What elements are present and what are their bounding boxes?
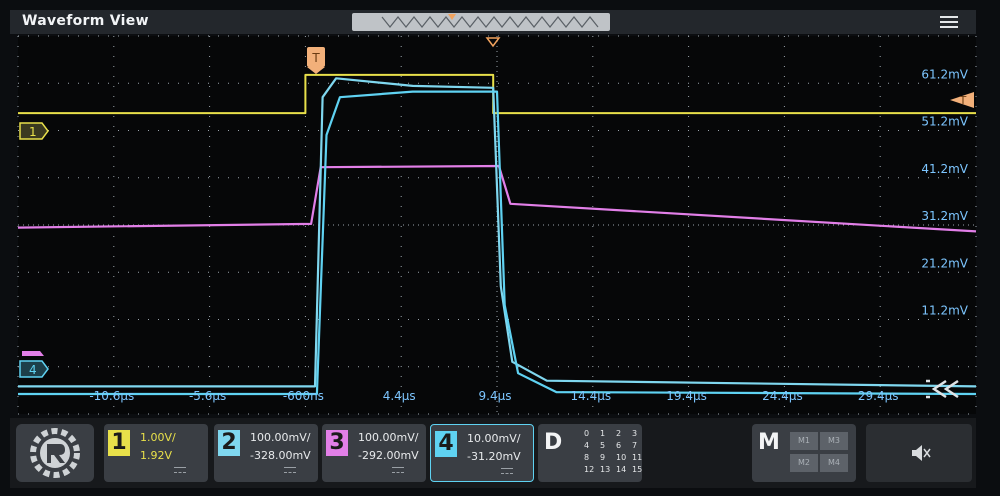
dc-coupling-icon <box>284 467 296 473</box>
x-tick-label: 9.4µs <box>479 389 512 403</box>
math-item-m4[interactable]: M4 <box>820 454 848 472</box>
digital-channels-button[interactable]: D 0 1 2 3 4 5 6 7 8 9 10 11 12 13 14 15 <box>538 424 642 482</box>
speaker-muted-icon <box>912 445 931 461</box>
channel-1-scale: 1.00V/ <box>140 431 176 444</box>
channel-4-scale: 10.00mV/ <box>467 432 521 445</box>
ch1-marker-label: 1 <box>29 125 37 139</box>
digital-channel-14: 14 <box>616 465 627 474</box>
digital-channel-5: 5 <box>600 441 606 450</box>
trigger-marker-label: T <box>311 51 320 65</box>
y-tick-label: 41.2mV <box>921 162 968 176</box>
dc-coupling-icon <box>174 467 186 473</box>
oscilloscope-screen: Waveform View -10.6µs -5.6µs -600ns 4.4µs 9.… <box>0 0 1000 496</box>
trigger-level-label: T <box>959 94 967 107</box>
ch1-offset-marker[interactable]: 1 <box>19 122 49 140</box>
x-tick-label: -5.6µs <box>189 389 226 403</box>
y-tick-label: 51.2mV <box>921 115 968 129</box>
x-tick-label: 29.4µs <box>858 389 899 403</box>
channel-1-offset: 1.92V <box>140 449 173 462</box>
channel-4-number: 4 <box>435 431 457 457</box>
digital-channel-10: 10 <box>616 453 627 462</box>
channel-4-button[interactable]: 4 10.00mV/ -31.20mV <box>430 424 534 482</box>
channel-1-button[interactable]: 1 1.00V/1.92V <box>104 424 208 482</box>
dc-coupling-icon <box>392 467 404 473</box>
digital-channel-13: 13 <box>600 465 611 474</box>
logo-menu-button[interactable] <box>16 424 94 482</box>
digital-channel-4: 4 <box>584 441 590 450</box>
math-button[interactable]: M M1 M3 M2 M4 <box>752 424 856 482</box>
channel-3-button[interactable]: 3 100.00mV/ -292.00mV <box>322 424 426 482</box>
channel-4-offset: -31.20mV <box>467 450 521 463</box>
speaker-button[interactable] <box>866 424 972 482</box>
y-tick-label: 21.2mV <box>921 256 968 270</box>
dc-coupling-icon <box>501 468 513 474</box>
digital-channel-8: 8 <box>584 453 590 462</box>
waveform-plot[interactable]: -10.6µs -5.6µs -600ns 4.4µs 9.4µs 14.4µs 19.4µ… <box>0 0 1000 418</box>
digital-channel-12: 12 <box>584 465 595 474</box>
digital-channel-7: 7 <box>632 441 638 450</box>
channel-2-offset: -328.00mV <box>250 449 311 462</box>
x-tick-label: -10.6µs <box>89 389 134 403</box>
channel-3-scale: 100.00mV/ <box>358 431 419 444</box>
digital-channel-11: 11 <box>632 453 643 462</box>
math-label: M <box>758 430 780 455</box>
digital-channel-9: 9 <box>600 453 606 462</box>
digital-label: D <box>544 430 563 455</box>
y-tick-label: 61.2mV <box>921 67 968 81</box>
ch4-marker-label: 4 <box>29 363 37 377</box>
x-tick-label: 19.4µs <box>666 389 707 403</box>
digital-channel-15: 15 <box>632 465 643 474</box>
channel-2-scale: 100.00mV/ <box>250 431 311 444</box>
channel-2-number: 2 <box>218 430 240 456</box>
x-tick-label: -600ns <box>283 389 324 403</box>
x-tick-label: 14.4µs <box>570 389 611 403</box>
math-item-m1[interactable]: M1 <box>790 432 818 450</box>
channel-3-offset: -292.00mV <box>358 449 419 462</box>
digital-channel-1: 1 <box>600 429 606 438</box>
channel-3-number: 3 <box>326 430 348 456</box>
time-axis-labels: -10.6µs -5.6µs -600ns 4.4µs 9.4µs 14.4µs 19.4µ… <box>89 389 898 403</box>
ch4-offset-marker[interactable]: 4 <box>19 360 49 378</box>
channel-2-button[interactable]: 2 100.00mV/ -328.00mV <box>214 424 318 482</box>
brand-logo-icon <box>30 428 80 478</box>
digital-channel-3: 3 <box>632 429 638 438</box>
digital-channel-0: 0 <box>584 429 590 438</box>
y-tick-label: 31.2mV <box>921 209 968 223</box>
math-item-m2[interactable]: M2 <box>790 454 818 472</box>
math-item-m3[interactable]: M3 <box>820 432 848 450</box>
x-tick-label: 24.4µs <box>762 389 803 403</box>
digital-channel-6: 6 <box>616 441 622 450</box>
x-tick-label: 4.4µs <box>383 389 416 403</box>
y-tick-label: 11.2mV <box>921 304 968 318</box>
digital-channel-2: 2 <box>616 429 622 438</box>
channel-1-number: 1 <box>108 430 130 456</box>
